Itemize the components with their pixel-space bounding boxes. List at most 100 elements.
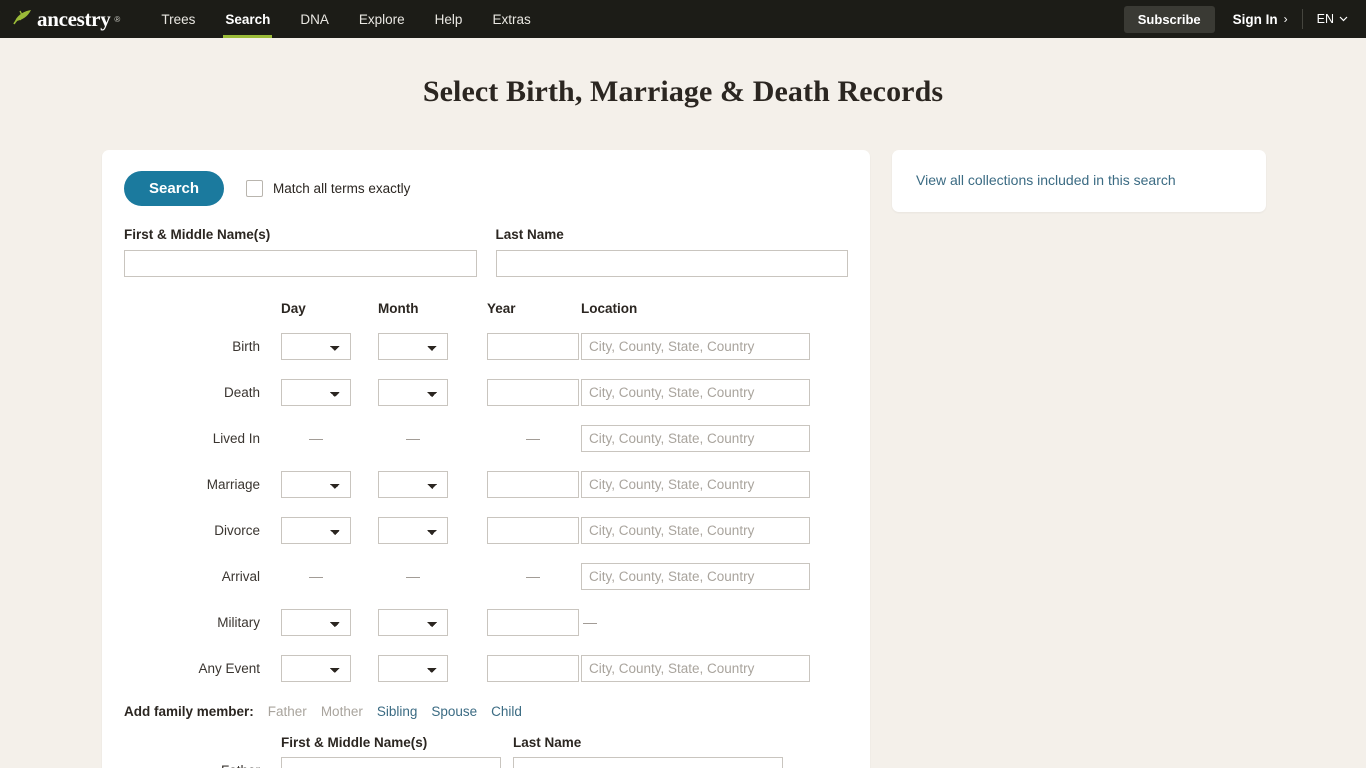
day-select[interactable]: [281, 332, 351, 360]
search-button[interactable]: Search: [124, 171, 225, 206]
subscribe-button[interactable]: Subscribe: [1123, 5, 1215, 33]
family-first-name-input[interactable]: [281, 757, 501, 768]
chevron-down-icon: [1339, 14, 1348, 25]
logo-wordmark: ancestry: [37, 6, 111, 31]
day-select[interactable]: [281, 378, 351, 406]
location-input[interactable]: [581, 516, 810, 544]
family-option-mother[interactable]: Mother: [321, 704, 363, 719]
match-exactly-control[interactable]: Match all terms exactly: [246, 180, 410, 197]
language-selector[interactable]: EN: [1303, 12, 1352, 26]
location-input[interactable]: [581, 562, 810, 590]
last-name-input[interactable]: [495, 250, 848, 277]
family-option-sibling[interactable]: Sibling: [377, 704, 418, 719]
month-dash: —: [406, 568, 420, 584]
nav-item-trees[interactable]: Trees: [146, 0, 210, 38]
name-fields-group: First & Middle Name(s) Last Name: [124, 227, 848, 277]
language-label: EN: [1316, 12, 1334, 26]
chevron-right-icon: ›: [1283, 12, 1288, 26]
family-last-name-input[interactable]: [513, 757, 783, 768]
first-name-group: First & Middle Name(s): [124, 227, 477, 277]
family-row-label: Father: [124, 763, 269, 768]
events-column-headers: Day Month Year Location: [124, 297, 848, 319]
day-select[interactable]: [281, 516, 351, 544]
month-select[interactable]: [378, 470, 448, 498]
year-input[interactable]: [487, 332, 579, 360]
family-option-father[interactable]: Father: [268, 704, 307, 719]
event-row-label: Marriage: [206, 476, 260, 492]
location-input[interactable]: [581, 654, 810, 682]
month-column-header: Month: [378, 300, 419, 316]
location-input[interactable]: [581, 424, 810, 452]
event-row-label: Birth: [232, 338, 260, 354]
search-action-row: Search Match all terms exactly: [124, 171, 848, 206]
family-last-name-header: Last Name: [513, 735, 582, 750]
location-input[interactable]: [581, 470, 810, 498]
event-row-marriage: Marriage: [124, 461, 848, 507]
year-dash: —: [526, 430, 540, 446]
month-dash: —: [406, 430, 420, 446]
event-row-label: Military: [217, 614, 260, 630]
event-row-birth: Birth: [124, 323, 848, 369]
add-family-member-row: Add family member: Father Mother Sibling…: [124, 704, 848, 719]
last-name-group: Last Name: [495, 227, 848, 277]
location-column-header: Location: [581, 300, 638, 316]
nav-item-search[interactable]: Search: [210, 0, 285, 38]
family-option-spouse[interactable]: Spouse: [431, 704, 477, 719]
event-row-label: Arrival: [221, 568, 260, 584]
logo-trademark: ®: [114, 14, 121, 24]
add-family-member-label: Add family member:: [124, 704, 254, 719]
event-row-any-event: Any Event: [124, 645, 848, 691]
family-blank-header: [124, 735, 269, 750]
first-name-input[interactable]: [124, 250, 477, 277]
event-row-military: Military —: [124, 599, 848, 645]
event-row-label: Any Event: [198, 660, 260, 676]
event-row-lived-in: Lived In — — —: [124, 415, 848, 461]
main-nav-items: Trees Search DNA Explore Help Extras: [146, 0, 545, 38]
year-dash: —: [526, 568, 540, 584]
year-input[interactable]: [487, 608, 579, 636]
year-input[interactable]: [487, 378, 579, 406]
day-select[interactable]: [281, 654, 351, 682]
day-column-header: Day: [281, 300, 306, 316]
view-all-collections-link[interactable]: View all collections included in this se…: [916, 172, 1176, 188]
last-name-label: Last Name: [495, 227, 564, 242]
nav-item-extras[interactable]: Extras: [477, 0, 545, 38]
leaf-icon: [12, 7, 34, 32]
nav-item-help[interactable]: Help: [420, 0, 478, 38]
match-exactly-checkbox[interactable]: [246, 180, 264, 197]
collections-card: View all collections included in this se…: [892, 150, 1266, 212]
family-row-chevron-down-icon[interactable]: [795, 764, 815, 768]
nav-item-explore[interactable]: Explore: [344, 0, 420, 38]
family-father-row: Father: [124, 757, 848, 768]
month-select[interactable]: [378, 378, 448, 406]
search-form-card: Search Match all terms exactly First & M…: [102, 150, 870, 768]
event-row-label: Divorce: [214, 522, 260, 538]
month-select[interactable]: [378, 516, 448, 544]
day-dash: —: [309, 568, 323, 584]
event-row-label: Lived In: [212, 430, 260, 446]
nav-right-group: Subscribe Sign In › EN: [1123, 0, 1352, 38]
ancestry-logo[interactable]: ancestry ®: [12, 7, 120, 32]
event-row-death: Death: [124, 369, 848, 415]
day-select[interactable]: [281, 470, 351, 498]
year-input[interactable]: [487, 470, 579, 498]
sign-in-label: Sign In: [1232, 11, 1278, 27]
location-input[interactable]: [581, 378, 810, 406]
page-title: Select Birth, Marriage & Death Records: [422, 75, 944, 108]
page-content: Search Match all terms exactly First & M…: [0, 109, 1366, 768]
nav-item-dna[interactable]: DNA: [285, 0, 344, 38]
month-select[interactable]: [378, 654, 448, 682]
month-select[interactable]: [378, 608, 448, 636]
day-select[interactable]: [281, 608, 351, 636]
family-column-headers: First & Middle Name(s) Last Name: [124, 735, 848, 750]
family-option-child[interactable]: Child: [491, 704, 522, 719]
top-navigation-bar: ancestry ® Trees Search DNA Explore Help…: [0, 0, 1366, 38]
year-input[interactable]: [487, 654, 579, 682]
year-input[interactable]: [487, 516, 579, 544]
sign-in-link[interactable]: Sign In ›: [1215, 9, 1303, 29]
event-row-divorce: Divorce: [124, 507, 848, 553]
events-rows: Birth Death Lived In — — — Marriage Divorce Arri…: [124, 323, 848, 691]
match-exactly-label: Match all terms exactly: [273, 181, 411, 196]
month-select[interactable]: [378, 332, 448, 360]
location-input[interactable]: [581, 332, 810, 360]
